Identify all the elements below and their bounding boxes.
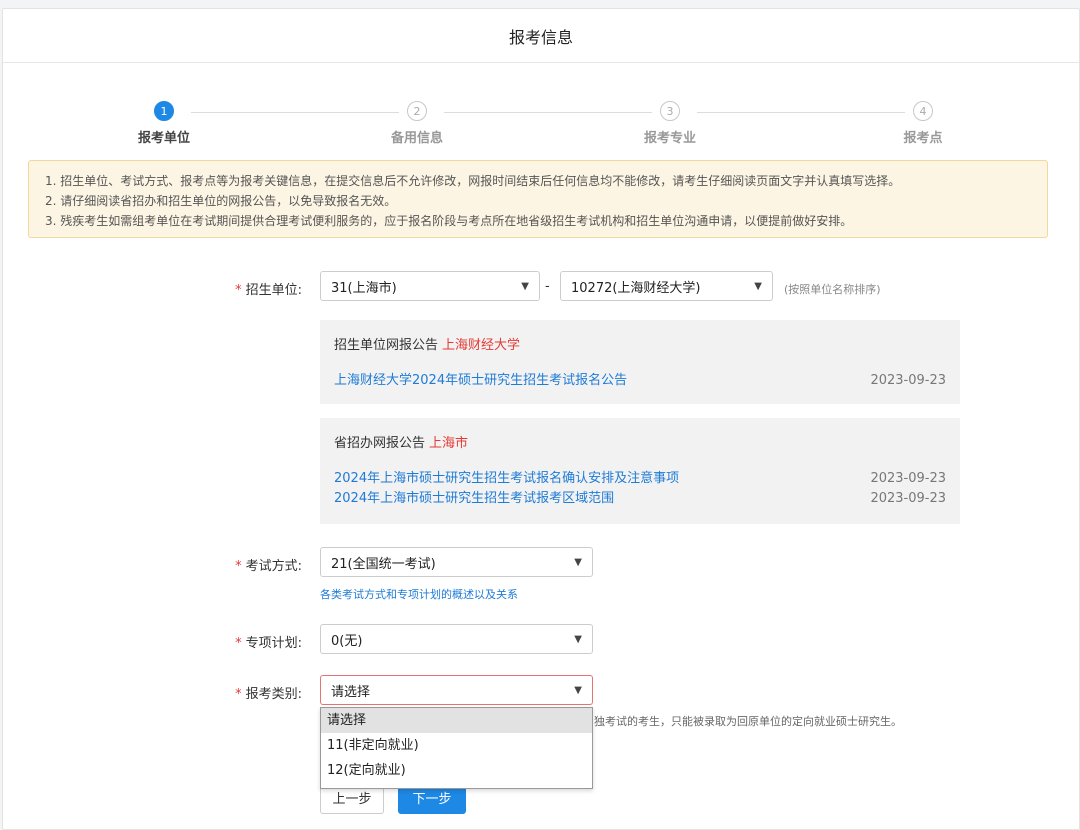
notice-line: 2. 请仔细阅读省招办和招生单位的网报公告，以免导致报名无效。 (45, 194, 397, 208)
school-panel-title: 招生单位网报公告 上海财经大学 (334, 338, 521, 353)
category-value: 请选择 (331, 684, 371, 700)
step-2: 2 备用信息 (357, 101, 477, 146)
province-select[interactable]: 31(上海市) ▼ (320, 271, 540, 301)
sort-hint: (按照单位名称排序) (784, 283, 881, 296)
step-number: 2 (407, 101, 427, 121)
school-announcements: 招生单位网报公告 上海财经大学 上海财经大学2024年硕士研究生招生考试报名公告 … (320, 320, 960, 404)
notice-line: 1. 招生单位、考试方式、报考点等为报考关键信息，在提交信息后不允许修改，网报时… (45, 174, 901, 188)
announcement-date: 2023-09-23 (870, 471, 946, 486)
chevron-down-icon: ▼ (521, 280, 529, 292)
step-number: 3 (660, 101, 680, 121)
category-hint: 独考试的考生，只能被录取为回原单位的定向就业硕士研究生。 (594, 715, 902, 728)
chevron-down-icon: ▼ (574, 633, 582, 645)
announcement-item: 2024年上海市硕士研究生招生考试报名确认安排及注意事项 2023-09-23 (334, 469, 946, 489)
step-progress: 1 报考单位 2 备用信息 3 报考专业 4 报考点 (3, 101, 1079, 151)
step-4: 4 报考点 (863, 101, 983, 146)
step-number: 4 (913, 101, 933, 121)
unit-dash: - (545, 279, 550, 294)
exam-mode-select[interactable]: 21(全国统一考试) ▼ (320, 547, 593, 577)
step-1: 1 报考单位 (104, 101, 224, 146)
category-label: * 报考类别: (235, 687, 302, 702)
notice-box: 1. 招生单位、考试方式、报考点等为报考关键信息，在提交信息后不允许修改，网报时… (28, 160, 1048, 238)
announcement-item: 上海财经大学2024年硕士研究生招生考试报名公告 2023-09-23 (334, 371, 946, 391)
exam-mode-help-link[interactable]: 各类考试方式和专项计划的概述以及关系 (320, 586, 518, 602)
step-label: 报考专业 (643, 131, 696, 146)
chevron-down-icon: ▼ (754, 280, 762, 292)
exam-mode-value: 21(全国统一考试) (331, 556, 436, 572)
dropdown-option[interactable]: 12(定向就业) (321, 758, 592, 783)
special-plan-value: 0(无) (331, 633, 363, 649)
announcement-link[interactable]: 2024年上海市硕士研究生招生考试报考区域范围 (334, 489, 614, 509)
announcement-link[interactable]: 上海财经大学2024年硕士研究生招生考试报名公告 (334, 371, 627, 391)
dropdown-option[interactable]: 11(非定向就业) (321, 733, 592, 758)
step-label: 报考点 (903, 131, 943, 146)
category-select[interactable]: 请选择 ▼ (320, 675, 593, 705)
chevron-down-icon: ▼ (574, 684, 582, 696)
special-plan-select[interactable]: 0(无) ▼ (320, 624, 593, 654)
school-value: 10272(上海财经大学) (571, 280, 701, 296)
announcement-item: 2024年上海市硕士研究生招生考试报考区域范围 2023-09-23 (334, 489, 946, 509)
notice-line: 3. 残疾考生如需组考单位在考试期间提供合理考试便利服务的，应于报名阶段与考点所… (45, 214, 853, 228)
chevron-down-icon: ▼ (574, 556, 582, 568)
province-panel-title: 省招办网报公告 上海市 (334, 436, 469, 451)
announcement-date: 2023-09-23 (870, 373, 946, 388)
province-announcements: 省招办网报公告 上海市 2024年上海市硕士研究生招生考试报名确认安排及注意事项 … (320, 418, 960, 524)
province-value: 31(上海市) (331, 280, 397, 296)
announcement-date: 2023-09-23 (870, 491, 946, 506)
page-title: 报考信息 (3, 9, 1079, 63)
step-label: 备用信息 (390, 131, 443, 146)
category-dropdown: 请选择 11(非定向就业) 12(定向就业) (320, 707, 593, 789)
dropdown-option[interactable]: 请选择 (321, 708, 592, 733)
unit-label: * 招生单位: (235, 283, 302, 298)
special-plan-label: * 专项计划: (235, 636, 302, 651)
step-label: 报考单位 (137, 131, 190, 146)
step-number: 1 (154, 101, 174, 121)
school-select[interactable]: 10272(上海财经大学) ▼ (560, 271, 773, 301)
announcement-link[interactable]: 2024年上海市硕士研究生招生考试报名确认安排及注意事项 (334, 469, 679, 489)
exam-mode-label: * 考试方式: (235, 559, 302, 574)
step-3: 3 报考专业 (610, 101, 730, 146)
